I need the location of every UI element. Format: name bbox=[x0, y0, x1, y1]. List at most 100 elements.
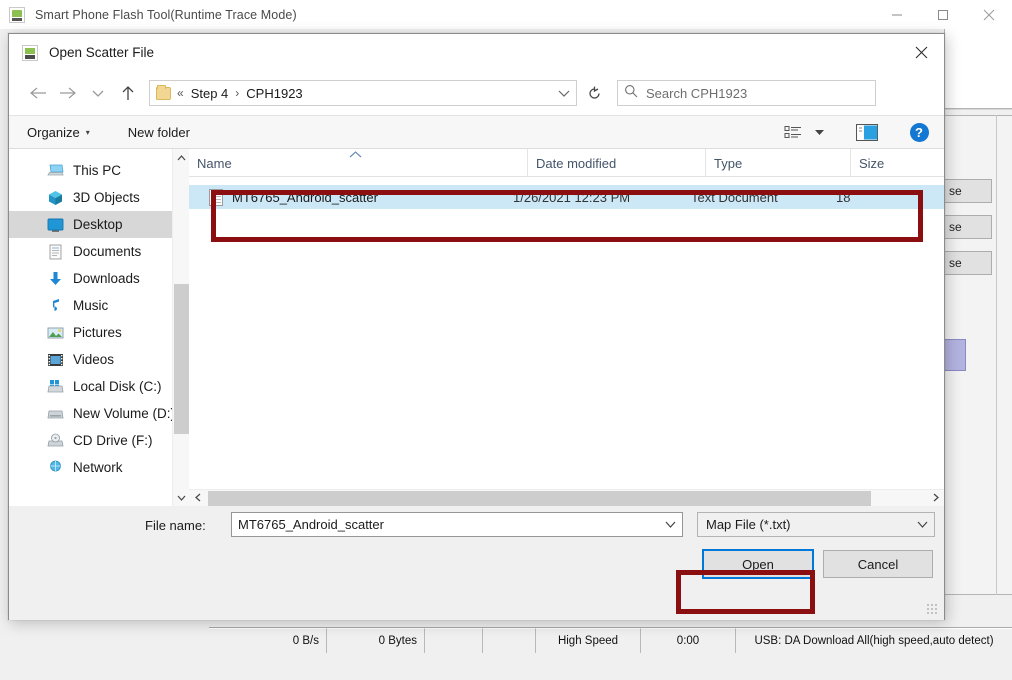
browse-button-1[interactable]: se bbox=[944, 179, 992, 203]
breadcrumb-overflow[interactable]: « bbox=[171, 86, 190, 100]
cancel-button[interactable]: Cancel bbox=[823, 550, 933, 578]
sidebar-item-label: Downloads bbox=[73, 271, 140, 286]
sidebar-item-network[interactable]: Network bbox=[9, 454, 189, 481]
resize-grip[interactable] bbox=[927, 604, 939, 616]
help-icon[interactable]: ? bbox=[904, 119, 934, 145]
minimize-button[interactable] bbox=[874, 0, 920, 29]
chevron-down-icon[interactable] bbox=[910, 513, 934, 536]
file-type-select[interactable]: Map File (*.txt) bbox=[697, 512, 935, 537]
sidebar-item-label: Local Disk (C:) bbox=[73, 379, 162, 394]
sidebar-item-label: 3D Objects bbox=[73, 190, 140, 205]
open-button[interactable]: Open bbox=[702, 549, 814, 579]
recent-locations-button[interactable] bbox=[83, 78, 113, 108]
scroll-left-icon[interactable] bbox=[189, 493, 206, 504]
sort-ascending-icon bbox=[349, 149, 362, 161]
sidebar-item-music[interactable]: Music bbox=[9, 292, 189, 319]
statusbar-spacer bbox=[209, 620, 1012, 627]
browse-button-3-label: se bbox=[949, 256, 962, 270]
column-label: Type bbox=[714, 156, 743, 171]
close-button[interactable] bbox=[966, 0, 1012, 29]
back-button[interactable] bbox=[23, 78, 53, 108]
up-button[interactable] bbox=[113, 78, 143, 108]
scroll-down-icon[interactable] bbox=[173, 489, 189, 506]
sidebar-item-this-pc[interactable]: This PC bbox=[9, 157, 189, 184]
cell-type: Text Document bbox=[691, 189, 778, 205]
file-list-hscrollbar[interactable] bbox=[189, 489, 944, 506]
hscroll-thumb[interactable] bbox=[208, 490, 871, 506]
sidebar-item-label: Desktop bbox=[73, 217, 123, 232]
sidebar-scroll-thumb[interactable] bbox=[174, 284, 189, 434]
browse-button-3[interactable]: se bbox=[944, 251, 992, 275]
column-header-type[interactable]: Type bbox=[705, 149, 850, 176]
chevron-down-icon[interactable] bbox=[552, 89, 576, 97]
browse-button-2[interactable]: se bbox=[944, 215, 992, 239]
sidebar-item-label: Music bbox=[73, 298, 109, 313]
breadcrumb-cph1923[interactable]: CPH1923 bbox=[245, 86, 303, 101]
column-label: Name bbox=[197, 156, 232, 171]
sidebar-item-label: New Volume (D:) bbox=[73, 406, 176, 421]
new-folder-button[interactable]: New folder bbox=[128, 125, 190, 140]
forward-button[interactable] bbox=[53, 78, 83, 108]
column-header-name[interactable]: Name bbox=[189, 149, 527, 176]
maximize-button[interactable] bbox=[920, 0, 966, 29]
organize-button[interactable]: Organize ▾ bbox=[27, 125, 90, 140]
cell-date-modified: 1/26/2021 12:23 PM bbox=[513, 189, 631, 205]
screen: Smart Phone Flash Tool(Runtime Trace Mod… bbox=[0, 0, 1012, 680]
music-icon bbox=[47, 298, 64, 314]
address-bar[interactable]: « Step 4 › CPH1923 bbox=[149, 80, 577, 106]
column-header-date-modified[interactable]: Date modified bbox=[527, 149, 705, 176]
open-scatter-file-dialog: Open Scatter File « Step 4 › CPH1923 Sea… bbox=[8, 33, 945, 620]
dialog-titlebar: Open Scatter File bbox=[9, 34, 944, 71]
cell-size: 18 bbox=[836, 189, 851, 205]
chevron-down-icon[interactable] bbox=[810, 119, 828, 145]
documents-icon bbox=[47, 244, 64, 260]
scroll-up-icon[interactable] bbox=[173, 149, 189, 166]
progress-indicator bbox=[944, 339, 966, 371]
sidebar-item-desktop[interactable]: Desktop bbox=[9, 211, 189, 238]
sidebar-item-downloads[interactable]: Downloads bbox=[9, 265, 189, 292]
sidebar-scrollbar[interactable] bbox=[172, 149, 189, 506]
file-list-pane: Name Date modified Type Size MT6765_Andr… bbox=[189, 149, 944, 506]
file-name-input[interactable]: MT6765_Android_scatter bbox=[231, 512, 683, 537]
sidebar-item-pictures[interactable]: Pictures bbox=[9, 319, 189, 346]
dialog-close-icon[interactable] bbox=[898, 34, 944, 70]
view-list-icon[interactable] bbox=[778, 119, 808, 145]
preview-pane-icon[interactable] bbox=[852, 119, 882, 145]
network-icon bbox=[47, 460, 64, 476]
breadcrumb-separator: › bbox=[235, 86, 240, 100]
3d-objects-icon bbox=[47, 190, 64, 206]
sidebar-item-new-volume-d[interactable]: New Volume (D:) bbox=[9, 400, 189, 427]
open-button-label: Open bbox=[742, 556, 774, 572]
sidebar-item-label: Videos bbox=[73, 352, 115, 367]
organize-label: Organize bbox=[27, 124, 80, 140]
sidebar-item-cd-drive-f[interactable]: CD Drive (F:) bbox=[9, 427, 189, 454]
hscroll-track[interactable] bbox=[206, 490, 927, 507]
videos-icon bbox=[47, 352, 64, 368]
column-header-size[interactable]: Size bbox=[850, 149, 930, 176]
refresh-button[interactable] bbox=[579, 80, 609, 106]
dialog-content: This PC 3D Objects Desktop Documents Dow… bbox=[9, 149, 944, 506]
sidebar-item-label: Documents bbox=[73, 244, 142, 259]
browse-button-1-label: se bbox=[949, 184, 962, 198]
column-label: Date modified bbox=[536, 156, 617, 171]
table-row[interactable]: MT6765_Android_scatter 1/26/2021 12:23 P… bbox=[189, 185, 944, 209]
breadcrumb-step4[interactable]: Step 4 bbox=[190, 86, 230, 101]
sidebar-item-documents[interactable]: Documents bbox=[9, 238, 189, 265]
search-input[interactable]: Search CPH1923 bbox=[617, 80, 876, 106]
help-glyph: ? bbox=[909, 122, 929, 142]
sidebar-item-local-disk-c[interactable]: Local Disk (C:) bbox=[9, 373, 189, 400]
dialog-title: Open Scatter File bbox=[49, 45, 155, 60]
sidebar-item-label: CD Drive (F:) bbox=[73, 433, 153, 448]
navigation-sidebar: This PC 3D Objects Desktop Documents Dow… bbox=[9, 149, 189, 506]
scroll-right-icon[interactable] bbox=[927, 493, 944, 504]
text-file-icon bbox=[209, 188, 223, 206]
folder-icon bbox=[156, 84, 171, 100]
sidebar-item-3d-objects[interactable]: 3D Objects bbox=[9, 184, 189, 211]
status-connection-speed: High Speed bbox=[536, 628, 641, 653]
status-empty-1 bbox=[425, 628, 483, 653]
file-name-value: MT6765_Android_scatter bbox=[238, 517, 384, 532]
sidebar-item-videos[interactable]: Videos bbox=[9, 346, 189, 373]
chevron-down-icon[interactable] bbox=[658, 513, 682, 536]
hard-drive-icon bbox=[47, 406, 64, 422]
this-pc-icon bbox=[47, 163, 64, 179]
